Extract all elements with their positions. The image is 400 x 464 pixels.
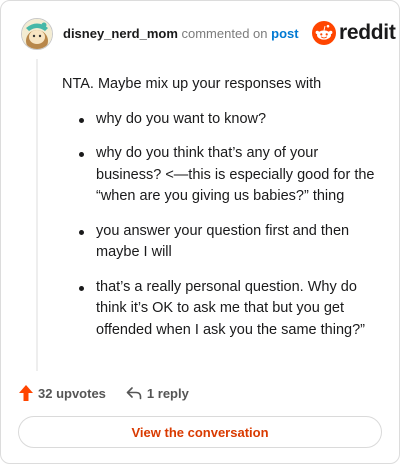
thread-line[interactable]	[36, 59, 38, 371]
reply-count: 1 reply	[146, 385, 189, 401]
comment-header: disney_nerd_mom commented on post	[63, 26, 299, 42]
username-link[interactable]: disney_nerd_mom	[63, 26, 178, 41]
list-item: that’s a really personal question. Why d…	[79, 277, 382, 342]
reply-group[interactable]: 1 reply	[126, 386, 189, 401]
logo-wordmark: reddit	[339, 21, 396, 44]
list-item: why do you want to know?	[79, 109, 382, 131]
reply-arrow-icon	[126, 387, 142, 400]
list-item: why do you think that’s any of your busi…	[79, 143, 382, 208]
comment-intro: NTA. Maybe mix up your responses with	[62, 76, 322, 92]
response-list: why do you want to know? why do you thin…	[62, 109, 382, 342]
comment-footer: 32 upvotes 1 reply	[19, 383, 189, 403]
reddit-snoo-icon	[312, 21, 336, 45]
view-conversation-button[interactable]: View the conversation	[18, 416, 382, 448]
upvote-count: 32 upvotes	[38, 385, 106, 401]
post-link[interactable]: post	[271, 26, 298, 41]
reddit-logo[interactable]: reddit	[312, 21, 396, 45]
snoo-avatar-icon	[22, 19, 52, 49]
upvote-group[interactable]: 32 upvotes	[19, 385, 106, 401]
user-avatar[interactable]	[21, 18, 53, 50]
arrow-up-icon	[19, 385, 33, 401]
action-text: commented on	[181, 26, 268, 41]
comment-body: NTA. Maybe mix up your responses with wh…	[62, 74, 382, 354]
comment-card: disney_nerd_mom commented on post reddit…	[0, 0, 400, 464]
list-item: you answer your question first and then …	[79, 221, 382, 264]
